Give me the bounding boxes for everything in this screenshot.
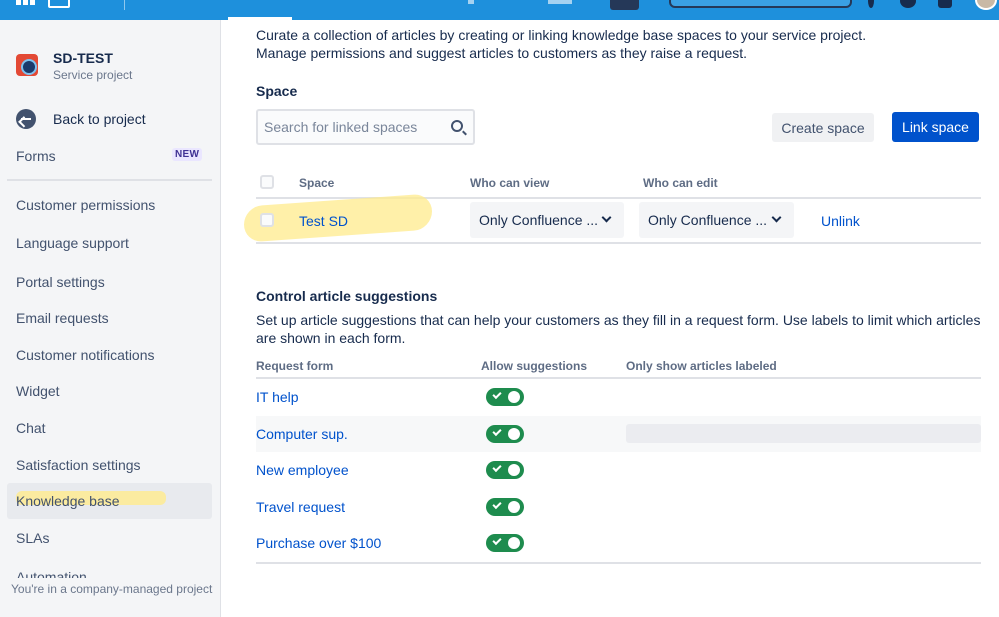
allow-suggestions-toggle[interactable] bbox=[486, 388, 524, 406]
create-button[interactable] bbox=[610, 0, 639, 10]
sidebar-item-slas[interactable]: SLAs bbox=[16, 530, 49, 546]
space-heading: Space bbox=[256, 83, 298, 99]
sidebar-item-widget[interactable]: Widget bbox=[16, 383, 60, 399]
project-type: Service project bbox=[53, 68, 133, 82]
article-labels-field[interactable] bbox=[626, 424, 981, 443]
sidebar-item-portal-settings[interactable]: Portal settings bbox=[16, 274, 105, 290]
table-row: New employee bbox=[256, 452, 981, 488]
new-badge: NEW bbox=[172, 148, 203, 161]
request-form-link[interactable]: Computer sup. bbox=[256, 426, 348, 442]
chevron-down-icon bbox=[601, 212, 612, 223]
project-sidebar: SD-TEST Service project Back to project … bbox=[0, 20, 221, 617]
who-can-view-value: Only Confluence ... bbox=[479, 212, 599, 228]
chevron-down-icon bbox=[771, 212, 782, 223]
arrow-left-icon bbox=[16, 109, 36, 129]
intro-line: Manage permissions and suggest articles … bbox=[256, 45, 748, 61]
global-search-input[interactable] bbox=[669, 0, 852, 8]
notifications-icon[interactable] bbox=[868, 0, 874, 8]
top-navigation-bar bbox=[0, 0, 999, 20]
create-space-button[interactable]: Create space bbox=[772, 113, 874, 142]
sidebar-divider bbox=[7, 179, 212, 181]
sidebar-item-satisfaction-settings[interactable]: Satisfaction settings bbox=[16, 457, 141, 473]
column-header-who-can-view: Who can view bbox=[470, 176, 550, 190]
main-content: Curate a collection of articles by creat… bbox=[222, 20, 999, 617]
table-bottom-divider bbox=[256, 242, 981, 244]
row-checkbox[interactable] bbox=[260, 213, 274, 227]
back-to-project-label: Back to project bbox=[53, 111, 146, 127]
request-form-link[interactable]: Travel request bbox=[256, 499, 345, 515]
who-can-edit-value: Only Confluence ... bbox=[648, 212, 768, 228]
allow-suggestions-toggle[interactable] bbox=[486, 498, 524, 516]
sidebar-item-automation[interactable]: Automation bbox=[16, 570, 87, 578]
project-name: SD-TEST bbox=[53, 50, 113, 66]
table-row: IT help bbox=[256, 379, 981, 415]
nav-item-fragment[interactable] bbox=[548, 0, 572, 4]
select-all-checkbox[interactable] bbox=[260, 175, 274, 189]
allow-suggestions-toggle[interactable] bbox=[486, 425, 524, 443]
search-icon[interactable] bbox=[451, 120, 463, 132]
sidebar-item-email-requests[interactable]: Email requests bbox=[16, 310, 109, 326]
column-header-request-form: Request form bbox=[256, 359, 334, 373]
sidebar-item-chat[interactable]: Chat bbox=[16, 420, 46, 436]
project-avatar-icon bbox=[16, 54, 38, 76]
user-avatar[interactable] bbox=[975, 0, 997, 10]
unlink-button[interactable]: Unlink bbox=[821, 213, 860, 229]
request-form-link[interactable]: New employee bbox=[256, 462, 349, 478]
table-row: Computer sup. bbox=[256, 416, 981, 452]
product-logo-icon[interactable] bbox=[48, 0, 70, 8]
sidebar-item-customer-permissions[interactable]: Customer permissions bbox=[16, 197, 155, 213]
column-header-labels: Only show articles labeled bbox=[626, 359, 777, 373]
project-type-footer: You're in a company-managed project bbox=[11, 582, 213, 596]
space-link-test-sd[interactable]: Test SD bbox=[299, 213, 348, 229]
sidebar-item-customer-notifications[interactable]: Customer notifications bbox=[16, 347, 155, 363]
linked-spaces-search[interactable] bbox=[256, 109, 475, 145]
table-bottom-divider bbox=[256, 562, 981, 564]
sidebar-item-forms[interactable]: Forms bbox=[16, 148, 56, 164]
link-space-button[interactable]: Link space bbox=[892, 112, 979, 142]
table-row: Purchase over $100 bbox=[256, 525, 981, 561]
column-header-allow-suggestions: Allow suggestions bbox=[481, 359, 588, 373]
app-switcher-icon[interactable] bbox=[16, 0, 36, 6]
page-intro: Curate a collection of articles by creat… bbox=[256, 26, 976, 62]
request-form-link[interactable]: IT help bbox=[256, 389, 299, 405]
allow-suggestions-toggle[interactable] bbox=[486, 461, 524, 479]
allow-suggestions-toggle[interactable] bbox=[486, 534, 524, 552]
nav-item-fragment[interactable] bbox=[468, 0, 474, 4]
settings-icon[interactable] bbox=[938, 0, 952, 8]
nav-divider bbox=[124, 0, 125, 10]
help-icon[interactable] bbox=[900, 0, 916, 8]
column-header-space: Space bbox=[299, 176, 335, 190]
column-header-who-can-edit: Who can edit bbox=[643, 176, 718, 190]
back-to-project-link[interactable]: Back to project bbox=[16, 108, 146, 130]
control-suggestions-heading: Control article suggestions bbox=[256, 288, 438, 304]
who-can-edit-select[interactable]: Only Confluence ... bbox=[639, 202, 794, 238]
control-suggestions-description: Set up article suggestions that can help… bbox=[256, 312, 981, 346]
sidebar-item-language-support[interactable]: Language support bbox=[16, 235, 129, 251]
intro-line: Curate a collection of articles by creat… bbox=[256, 27, 867, 43]
request-form-link[interactable]: Purchase over $100 bbox=[256, 535, 381, 551]
who-can-view-select[interactable]: Only Confluence ... bbox=[470, 202, 624, 238]
search-input[interactable] bbox=[264, 118, 444, 136]
sidebar-item-knowledge-base[interactable]: Knowledge base bbox=[16, 493, 120, 509]
table-row: Travel request bbox=[256, 489, 981, 525]
